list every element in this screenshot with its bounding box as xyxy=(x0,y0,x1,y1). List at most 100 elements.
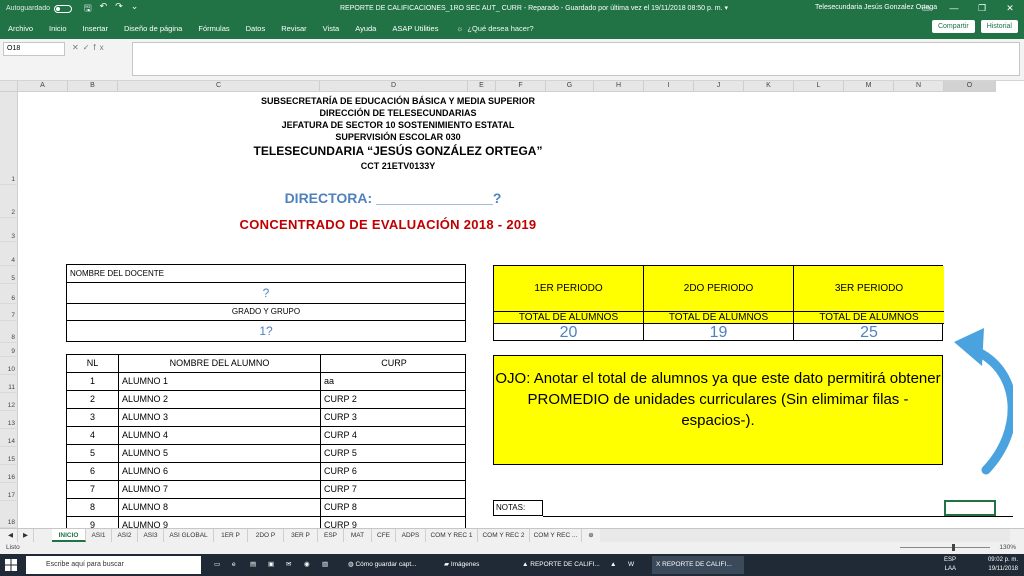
sheet-tab-com-y-rec-2[interactable]: COM Y REC 2 xyxy=(478,529,530,542)
table-row[interactable]: 1 ALUMNO 1 aa xyxy=(67,373,465,391)
enter-icon[interactable]: ✓ xyxy=(83,43,94,52)
photos-icon[interactable]: ▧ xyxy=(318,556,332,574)
sheet-tab-esp[interactable]: ESP xyxy=(318,529,344,542)
app-icon[interactable]: ◉ xyxy=(300,556,314,574)
row-header-17[interactable]: 17 xyxy=(0,483,18,501)
close-icon[interactable]: ✕ xyxy=(996,0,1024,17)
save-icon[interactable]: 🖫 xyxy=(84,1,92,17)
minimize-icon[interactable]: — xyxy=(940,0,968,17)
row-header-14[interactable]: 14 xyxy=(0,429,18,447)
row-name[interactable]: ALUMNO 4 xyxy=(119,427,321,445)
tab-revisar[interactable]: Revisar xyxy=(281,24,306,33)
name-box[interactable]: O18 xyxy=(3,42,65,56)
history-button[interactable]: Historial xyxy=(980,20,1018,33)
sheet-tab-com-y-rec-more[interactable]: COM Y REC ... xyxy=(530,529,582,542)
cancel-icon[interactable]: ✕ xyxy=(72,43,83,52)
grado-value[interactable]: 1? xyxy=(67,321,465,342)
table-row[interactable]: 5 ALUMNO 5 CURP 5 xyxy=(67,445,465,463)
customize-qat-icon[interactable]: ⌄ xyxy=(131,1,139,17)
sheet-tab-adps[interactable]: ADPS xyxy=(396,529,426,542)
tab-diseno-pagina[interactable]: Diseño de página xyxy=(124,24,182,33)
scroll-tabs-left-icon[interactable]: ◀ xyxy=(4,529,18,542)
sheet-tab-inicio[interactable]: INICIO xyxy=(52,529,86,542)
row-curp[interactable]: CURP 5 xyxy=(321,445,465,463)
sheet-tab-asi1[interactable]: ASI1 xyxy=(86,529,112,542)
row-header-12[interactable]: 12 xyxy=(0,393,18,411)
row-header-16[interactable]: 16 xyxy=(0,465,18,483)
tab-archivo[interactable]: Archivo xyxy=(8,24,33,33)
system-tray[interactable]: ESP LAA 09:02 p. m. 19/11/2018 xyxy=(944,556,1018,574)
column-header-o[interactable]: O xyxy=(944,81,996,92)
period-1-value[interactable]: 20 xyxy=(494,324,643,342)
row-curp[interactable]: CURP 9 xyxy=(321,517,465,528)
period-2-value[interactable]: 19 xyxy=(644,324,793,342)
row-name[interactable]: ALUMNO 1 xyxy=(119,373,321,391)
table-row[interactable]: 6 ALUMNO 6 CURP 6 xyxy=(67,463,465,481)
acrobat-icon[interactable]: ▲ xyxy=(606,556,620,574)
column-header-h[interactable]: H xyxy=(594,81,644,92)
windows-start-icon[interactable] xyxy=(4,558,18,572)
scroll-tabs-right-icon[interactable]: ▶ xyxy=(18,529,34,542)
sheet-tab-asi2[interactable]: ASI2 xyxy=(112,529,138,542)
row-curp[interactable]: CURP 2 xyxy=(321,391,465,409)
row-name[interactable]: ALUMNO 9 xyxy=(119,517,321,528)
row-header-7[interactable]: 7 xyxy=(0,304,18,321)
row-header-3[interactable]: 3 xyxy=(0,218,18,242)
row-header-1[interactable]: 1 xyxy=(0,92,18,185)
table-row[interactable]: 9 ALUMNO 9 CURP 9 xyxy=(67,517,465,528)
formula-input[interactable] xyxy=(132,42,1020,76)
row-curp[interactable]: CURP 3 xyxy=(321,409,465,427)
row-header-13[interactable]: 13 xyxy=(0,411,18,429)
share-button[interactable]: Compartir xyxy=(931,20,975,33)
tab-asap-utilities[interactable]: ASAP Utilities xyxy=(392,24,438,33)
column-header-j[interactable]: J xyxy=(694,81,744,92)
row-header-9[interactable]: 9 xyxy=(0,343,18,357)
sheet-tab-2do-p[interactable]: 2DO P xyxy=(248,529,284,542)
task-view-icon[interactable]: ▭ xyxy=(210,556,224,574)
sheet-tab-3er-p[interactable]: 3ER P xyxy=(284,529,318,542)
autosave-toggle[interactable] xyxy=(53,4,72,13)
column-header-g[interactable]: G xyxy=(546,81,594,92)
row-header-2[interactable]: 2 xyxy=(0,185,18,218)
column-header-d[interactable]: D xyxy=(320,81,468,92)
selected-cell-o18[interactable] xyxy=(944,500,996,516)
row-name[interactable]: ALUMNO 2 xyxy=(119,391,321,409)
tab-inicio[interactable]: Inicio xyxy=(49,24,67,33)
file-explorer-icon[interactable]: ▤ xyxy=(246,556,260,574)
row-curp[interactable]: CURP 8 xyxy=(321,499,465,517)
row-curp[interactable]: CURP 6 xyxy=(321,463,465,481)
taskbar-item-chrome[interactable]: ◍ Cómo guardar capt... xyxy=(344,556,436,574)
sheet-tab-cfe[interactable]: CFE xyxy=(372,529,396,542)
row-header-4[interactable]: 4 xyxy=(0,242,18,266)
redo-icon[interactable]: ↷ xyxy=(115,1,123,17)
word-icon[interactable]: W xyxy=(624,556,638,574)
column-header-a[interactable]: A xyxy=(18,81,68,92)
column-header-f[interactable]: F xyxy=(496,81,546,92)
table-row[interactable]: 8 ALUMNO 8 CURP 8 xyxy=(67,499,465,517)
taskbar-item-imagenes[interactable]: ▰ Imágenes xyxy=(440,556,516,574)
row-name[interactable]: ALUMNO 6 xyxy=(119,463,321,481)
taskbar-search[interactable]: Escribe aquí para buscar xyxy=(26,556,201,574)
zoom-slider[interactable] xyxy=(900,544,990,551)
column-header-c[interactable]: C xyxy=(118,81,320,92)
period-3-value[interactable]: 25 xyxy=(794,324,944,342)
taskbar-item-pdf[interactable]: ▲ REPORTE DE CALIFI... xyxy=(518,556,602,574)
column-header-i[interactable]: I xyxy=(644,81,694,92)
ribbon-display-icon[interactable]: ▭ xyxy=(912,0,940,17)
tab-vista[interactable]: Vista xyxy=(323,24,340,33)
row-name[interactable]: ALUMNO 3 xyxy=(119,409,321,427)
tell-me-search[interactable]: ☼ ¿Qué desea hacer? xyxy=(456,24,533,33)
tab-insertar[interactable]: Insertar xyxy=(83,24,108,33)
row-curp[interactable]: CURP 4 xyxy=(321,427,465,445)
select-all-corner[interactable] xyxy=(0,81,18,92)
sheet-tab-mat[interactable]: MAT xyxy=(344,529,372,542)
tab-ayuda[interactable]: Ayuda xyxy=(355,24,376,33)
row-header-8[interactable]: 8 xyxy=(0,321,18,343)
sheet-tab-com-y-rec-1[interactable]: COM Y REC 1 xyxy=(426,529,478,542)
edge-icon[interactable]: e xyxy=(228,556,242,574)
column-header-m[interactable]: M xyxy=(844,81,894,92)
zoom-level[interactable]: 130% xyxy=(999,544,1016,551)
row-name[interactable]: ALUMNO 7 xyxy=(119,481,321,499)
docente-value[interactable]: ? xyxy=(67,283,465,304)
table-row[interactable]: 3 ALUMNO 3 CURP 3 xyxy=(67,409,465,427)
